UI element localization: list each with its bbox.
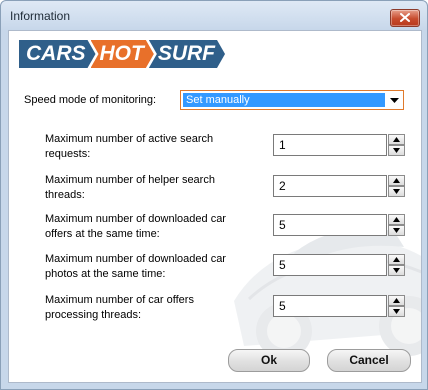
arrow-up-icon — [393, 257, 400, 262]
setting-label-line2: offers at the same time: — [45, 228, 160, 240]
arrow-up-icon — [393, 298, 400, 303]
downloaded-photos-stepper — [388, 254, 405, 276]
active-search-requests-stepper — [388, 134, 405, 156]
arrow-down-icon — [393, 148, 400, 153]
stepper-down-button[interactable] — [388, 306, 405, 317]
arrow-up-icon — [393, 217, 400, 222]
dialog-content: CARS HOT SURF Speed mode of monitoring: … — [8, 30, 422, 383]
arrow-down-icon — [393, 189, 400, 194]
stepper-up-button[interactable] — [388, 175, 405, 186]
offer-processing-threads-input[interactable]: 5 — [273, 295, 387, 317]
cars-hot-surf-logo: CARS HOT SURF — [19, 40, 220, 68]
setting-label-line2: processing threads: — [45, 309, 141, 321]
logo-segment-surf: SURF — [149, 40, 225, 68]
arrow-up-icon — [393, 137, 400, 142]
arrow-down-icon — [393, 309, 400, 314]
helper-search-threads-input[interactable]: 2 — [273, 175, 387, 197]
stepper-down-button[interactable] — [388, 145, 405, 156]
stepper-up-button[interactable] — [388, 295, 405, 306]
chevron-down-icon — [390, 98, 399, 103]
stepper-down-button[interactable] — [388, 265, 405, 276]
close-button[interactable] — [390, 9, 420, 27]
title-bar[interactable]: Information — [1, 1, 427, 30]
close-icon — [400, 13, 410, 22]
setting-label-line1: Maximum number of helper search — [45, 174, 215, 186]
ok-button[interactable]: Ok — [228, 349, 310, 372]
setting-label-line2: requests: — [45, 148, 91, 160]
arrow-down-icon — [393, 228, 400, 233]
cancel-button[interactable]: Cancel — [327, 349, 411, 372]
helper-search-threads-stepper — [388, 175, 405, 197]
active-search-requests-input[interactable]: 1 — [273, 134, 387, 156]
stepper-up-button[interactable] — [388, 134, 405, 145]
offer-processing-threads-stepper — [388, 295, 405, 317]
setting-label-line1: Maximum number of active search — [45, 133, 214, 145]
downloaded-photos-input[interactable]: 5 — [273, 254, 387, 276]
logo-segment-cars: CARS — [19, 40, 96, 68]
speed-mode-select[interactable]: Set manually — [180, 90, 404, 110]
stepper-down-button[interactable] — [388, 225, 405, 236]
setting-label-line1: Maximum number of downloaded car — [45, 253, 226, 265]
downloaded-offers-input[interactable]: 5 — [273, 214, 387, 236]
window-title: Information — [10, 9, 71, 23]
stepper-up-button[interactable] — [388, 254, 405, 265]
stepper-down-button[interactable] — [388, 186, 405, 197]
setting-label-line2: photos at the same time: — [45, 268, 166, 280]
setting-label-line2: threads: — [45, 189, 85, 201]
stepper-up-button[interactable] — [388, 214, 405, 225]
setting-label-line1: Maximum number of car offers — [45, 294, 194, 306]
speed-mode-label: Speed mode of monitoring: — [24, 94, 157, 106]
setting-label-line1: Maximum number of downloaded car — [45, 213, 226, 225]
dialog-window: Information CARS HOT SURF Speed mode of … — [0, 0, 428, 390]
arrow-down-icon — [393, 268, 400, 273]
downloaded-offers-stepper — [388, 214, 405, 236]
logo-segment-hot: HOT — [91, 40, 154, 68]
arrow-up-icon — [393, 178, 400, 183]
speed-mode-selected-value: Set manually — [183, 93, 385, 107]
